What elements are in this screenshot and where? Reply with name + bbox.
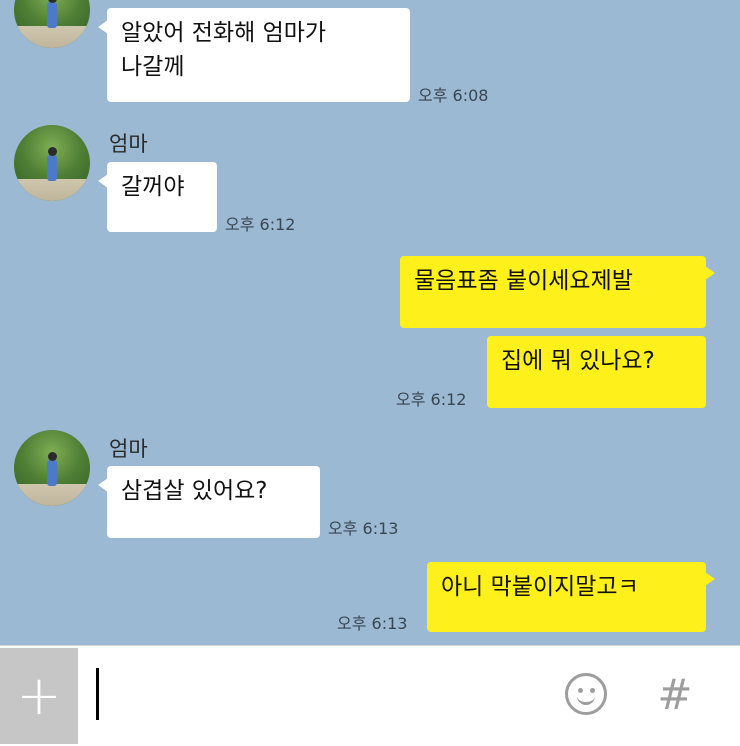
message-time: 오후 6:12 (225, 215, 296, 234)
chat-area[interactable]: 알았어 전화해 엄마가 나갈께 오후 6:08 엄마 갈꺼야 오후 6:12 물… (0, 0, 740, 645)
sender-name: 엄마 (109, 437, 148, 461)
message-bubble[interactable]: 삼겹살 있어요? (98, 466, 320, 538)
message-time: 오후 6:13 (328, 519, 399, 538)
message-bubble[interactable]: 집에 뭐 있나요? (487, 336, 706, 408)
message-time: 오후 6:12 (396, 390, 467, 409)
message-bubble[interactable]: 물음표좀 붙이세요제발 (400, 256, 715, 328)
text-cursor (96, 668, 99, 720)
message-input[interactable] (90, 662, 540, 730)
avatar[interactable] (14, 125, 90, 201)
avatar[interactable] (14, 430, 90, 506)
hash-button[interactable]: # (650, 668, 700, 722)
avatar[interactable] (14, 0, 90, 48)
message-bubble[interactable]: 알았어 전화해 엄마가 나갈께 (98, 8, 410, 102)
message-bubble[interactable]: 갈꺼야 (98, 162, 217, 232)
message-time: 오후 6:13 (337, 614, 408, 633)
message-input-bar: + # (0, 645, 740, 746)
message-time: 오후 6:08 (418, 86, 489, 105)
sender-name: 엄마 (109, 132, 148, 156)
plus-icon: + (16, 664, 62, 727)
add-attachment-button[interactable]: + (0, 648, 78, 744)
message-bubble[interactable]: 아니 막붙이지말고ㅋ (427, 562, 715, 632)
smiley-icon[interactable] (565, 673, 607, 715)
